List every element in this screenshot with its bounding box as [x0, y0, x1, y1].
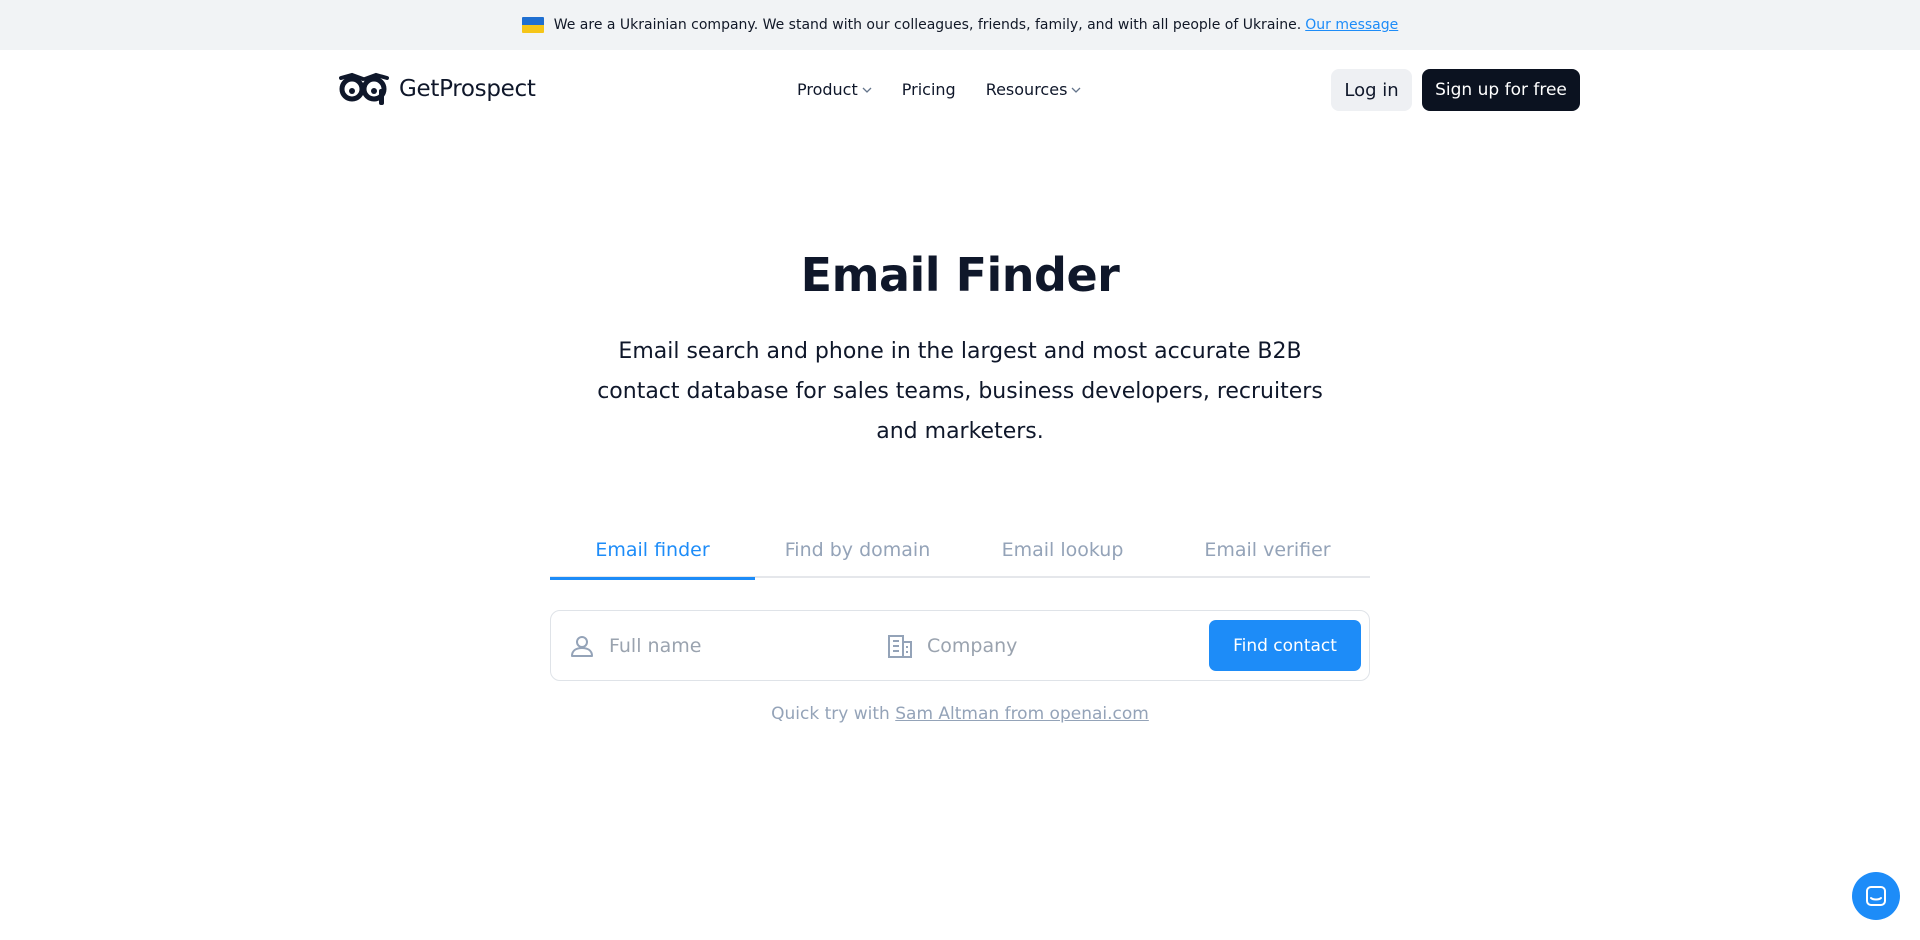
- company-field: [887, 611, 1187, 680]
- chat-icon: [1866, 886, 1886, 906]
- banner-link[interactable]: Our message: [1305, 17, 1398, 33]
- search-form: Find contact: [550, 610, 1370, 681]
- chevron-down-icon: [862, 87, 872, 93]
- ukraine-flag-icon: [521, 17, 544, 33]
- tab-email-finder[interactable]: Email finder: [550, 522, 755, 580]
- finder-tabs: Email finder Find by domain Email lookup…: [550, 522, 1370, 580]
- menu-item-label: Resources: [985, 80, 1068, 99]
- menu-item-pricing[interactable]: Pricing: [902, 80, 956, 99]
- quick-try: Quick try with Sam Altman from openai.co…: [0, 704, 1920, 724]
- company-input[interactable]: [927, 634, 1167, 657]
- menu-item-label: Pricing: [901, 80, 956, 99]
- menu-item-resources[interactable]: Resources: [986, 80, 1082, 99]
- main-menu: Product Pricing Resources: [797, 80, 1081, 99]
- person-icon: [571, 635, 593, 657]
- page-subtitle: Email search and phone in the largest an…: [597, 339, 1323, 444]
- top-navigation: GetProspect Product Pricing Resources Lo…: [0, 50, 1920, 130]
- quick-try-link[interactable]: Sam Altman from openai.com: [895, 704, 1149, 724]
- find-contact-button[interactable]: Find contact: [1209, 620, 1361, 671]
- banner-message: We are a Ukrainian company. We stand wit…: [553, 17, 1302, 33]
- tab-find-by-domain[interactable]: Find by domain: [755, 522, 960, 578]
- menu-item-product[interactable]: Product: [797, 80, 872, 99]
- menu-item-label: Product: [797, 80, 858, 99]
- fullname-field: [569, 611, 869, 680]
- fullname-input[interactable]: [609, 634, 849, 657]
- quick-try-prefix: Quick try with: [771, 704, 890, 724]
- login-button[interactable]: Log in: [1331, 69, 1412, 111]
- building-icon: [888, 634, 912, 658]
- tab-email-lookup[interactable]: Email lookup: [960, 522, 1165, 578]
- logo-text: GetProspect: [399, 76, 536, 102]
- page-title: Email Finder: [800, 248, 1120, 302]
- logo[interactable]: GetProspect: [339, 72, 536, 106]
- signup-button[interactable]: Sign up for free: [1422, 69, 1580, 111]
- chat-widget-button[interactable]: [1852, 872, 1900, 920]
- ukraine-banner: We are a Ukrainian company. We stand wit…: [0, 0, 1920, 50]
- chevron-down-icon: [1071, 87, 1081, 93]
- tab-email-verifier[interactable]: Email verifier: [1165, 522, 1370, 578]
- owl-logo-icon: [339, 72, 389, 105]
